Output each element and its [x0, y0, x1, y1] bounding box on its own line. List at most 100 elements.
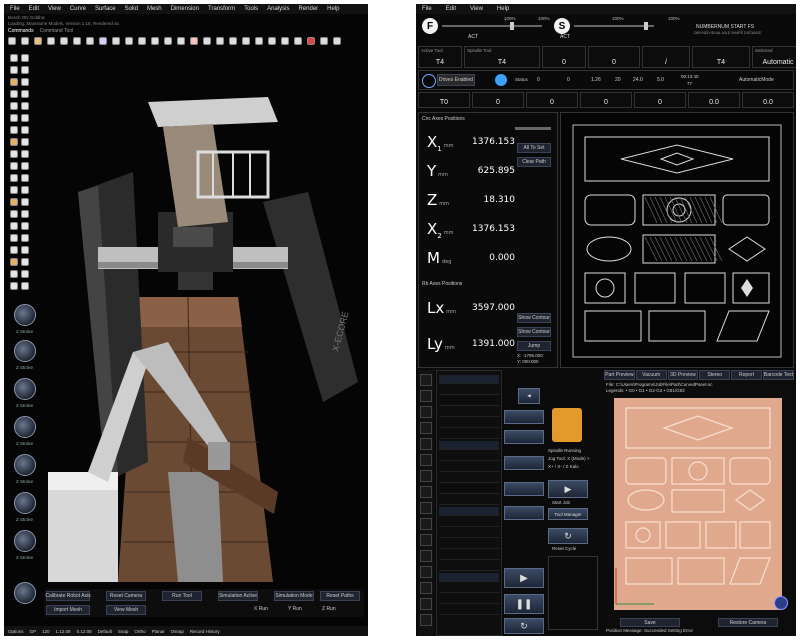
- toolbar-tool-icon[interactable]: [242, 37, 250, 45]
- command-tool-icon[interactable]: [10, 126, 18, 134]
- program-list-row[interactable]: [439, 496, 499, 505]
- menu-dimension[interactable]: Dimension: [171, 6, 199, 12]
- preview-tab-0[interactable]: Part Preview: [604, 370, 635, 380]
- program-list-row[interactable]: [439, 441, 499, 450]
- menu-view[interactable]: View: [48, 6, 61, 12]
- status-planar[interactable]: Planar: [152, 629, 165, 634]
- command-tool-icon[interactable]: [21, 222, 29, 230]
- program-list-row[interactable]: [439, 375, 499, 384]
- stroke-dial-6[interactable]: [14, 492, 36, 514]
- clear-path-button[interactable]: Clear Path: [517, 157, 551, 167]
- command-tool-icon[interactable]: [10, 282, 18, 290]
- program-list-row[interactable]: [439, 529, 499, 538]
- program-list-row[interactable]: [439, 595, 499, 604]
- status-record-history[interactable]: Record History: [190, 629, 220, 634]
- toolbar-tool-icon[interactable]: [268, 37, 276, 45]
- program-list-row[interactable]: [439, 573, 499, 582]
- program-list-row[interactable]: [439, 584, 499, 593]
- jog-slider[interactable]: [515, 127, 551, 130]
- feed-slider-thumb[interactable]: [510, 22, 514, 30]
- menu-mesh[interactable]: Mesh: [147, 6, 162, 12]
- command-tool-icon[interactable]: [10, 78, 18, 86]
- sidebar-tool-icon[interactable]: [420, 534, 432, 546]
- command-tool-icon[interactable]: [10, 210, 18, 218]
- menu-edit[interactable]: Edit: [29, 6, 39, 12]
- command-tool-icon[interactable]: [10, 246, 18, 254]
- import-mesh-button[interactable]: Import Mesh: [46, 605, 90, 615]
- command-tool-icon[interactable]: [21, 270, 29, 278]
- reset-camera-button[interactable]: Reset Camera: [106, 591, 146, 601]
- program-list-row[interactable]: [439, 540, 499, 549]
- speed-slider-thumb[interactable]: [644, 22, 648, 30]
- program-list-row[interactable]: [439, 518, 499, 527]
- menu-analysis[interactable]: Analysis: [267, 6, 289, 12]
- show-contour-button-1[interactable]: Show Contour: [517, 313, 551, 323]
- part-preview-render[interactable]: [614, 398, 782, 610]
- program-list-row[interactable]: [439, 551, 499, 560]
- toolbar-tool-icon[interactable]: [229, 37, 237, 45]
- control-button-4[interactable]: [504, 482, 544, 496]
- toolbar-tool-icon[interactable]: [60, 37, 68, 45]
- menu-curve[interactable]: Curve: [70, 6, 86, 12]
- run-tool-button[interactable]: Run Tool: [162, 591, 202, 601]
- sidebar-tool-icon[interactable]: [420, 550, 432, 562]
- toolbar-tool-icon[interactable]: [99, 37, 107, 45]
- command-tool-icon[interactable]: [10, 90, 18, 98]
- command-tool-icon[interactable]: [21, 258, 29, 266]
- status-ortho[interactable]: Ortho: [134, 629, 145, 634]
- command-tool-icon[interactable]: [10, 102, 18, 110]
- feed-slider-track[interactable]: [442, 25, 542, 27]
- sidebar-tool-icon[interactable]: [420, 566, 432, 578]
- program-list-row[interactable]: [439, 474, 499, 483]
- menu-tools[interactable]: Tools: [244, 6, 258, 12]
- command-tool-icon[interactable]: [21, 66, 29, 74]
- toolbar-tool-icon[interactable]: [86, 37, 94, 45]
- command-tool-icon[interactable]: [10, 66, 18, 74]
- toolbar-tool-icon[interactable]: [164, 37, 172, 45]
- speed-slider-track[interactable]: [574, 25, 654, 27]
- toolbar-tool-icon[interactable]: [112, 37, 120, 45]
- toolbar-tool-icon[interactable]: [138, 37, 146, 45]
- menu-file[interactable]: File: [10, 6, 20, 12]
- sidebar-tool-icon[interactable]: [420, 406, 432, 418]
- sidebar-tool-icon[interactable]: [420, 598, 432, 610]
- sidebar-tool-icon[interactable]: [420, 614, 432, 626]
- sidebar-tool-icon[interactable]: [420, 438, 432, 450]
- command-tool-icon[interactable]: [21, 210, 29, 218]
- menu-render[interactable]: Render: [298, 6, 318, 12]
- sidebar-tool-icon[interactable]: [420, 518, 432, 530]
- sidebar-tool-icon[interactable]: [420, 422, 432, 434]
- command-tool-icon[interactable]: [10, 150, 18, 158]
- status-snap[interactable]: Snap: [118, 629, 129, 634]
- command-tool-icon[interactable]: [21, 174, 29, 182]
- status-osnap[interactable]: Osnap: [171, 629, 184, 634]
- command-tool-icon[interactable]: [21, 162, 29, 170]
- sidebar-tool-icon[interactable]: [420, 374, 432, 386]
- program-list-row[interactable]: [439, 386, 499, 395]
- toolbar-tool-icon[interactable]: [216, 37, 224, 45]
- toolbar-tool-icon[interactable]: [320, 37, 328, 45]
- toolbar-tool-icon[interactable]: [333, 37, 341, 45]
- program-list-row[interactable]: [439, 430, 499, 439]
- command-tool-icon[interactable]: [10, 234, 18, 242]
- stroke-dial-2[interactable]: [14, 340, 36, 362]
- sidebar-tool-icon[interactable]: [420, 390, 432, 402]
- command-tool-icon[interactable]: [10, 138, 18, 146]
- program-list-row[interactable]: [439, 507, 499, 516]
- tab-commands[interactable]: Commands: [8, 28, 34, 34]
- sidebar-tool-icon[interactable]: [420, 582, 432, 594]
- machine-3d-viewport[interactable]: X-ECORE: [38, 52, 364, 582]
- sidebar-tool-icon[interactable]: [420, 470, 432, 482]
- preview-tab-2[interactable]: 3D Preview: [667, 370, 699, 380]
- jump-button[interactable]: Jump: [517, 341, 551, 351]
- drives-enable-button[interactable]: Drives Enabled: [437, 74, 475, 86]
- preview-tab-4[interactable]: Report: [731, 370, 762, 380]
- control-button-3[interactable]: [504, 456, 544, 470]
- reset-cycle-button[interactable]: ↻: [504, 618, 544, 634]
- stroke-dial-7[interactable]: [14, 530, 36, 552]
- toolbar-tool-icon[interactable]: [34, 37, 42, 45]
- command-tool-icon[interactable]: [10, 54, 18, 62]
- menu-view[interactable]: View: [470, 6, 483, 12]
- stroke-dial-4[interactable]: [14, 416, 36, 438]
- toolbar-tool-icon[interactable]: [294, 37, 302, 45]
